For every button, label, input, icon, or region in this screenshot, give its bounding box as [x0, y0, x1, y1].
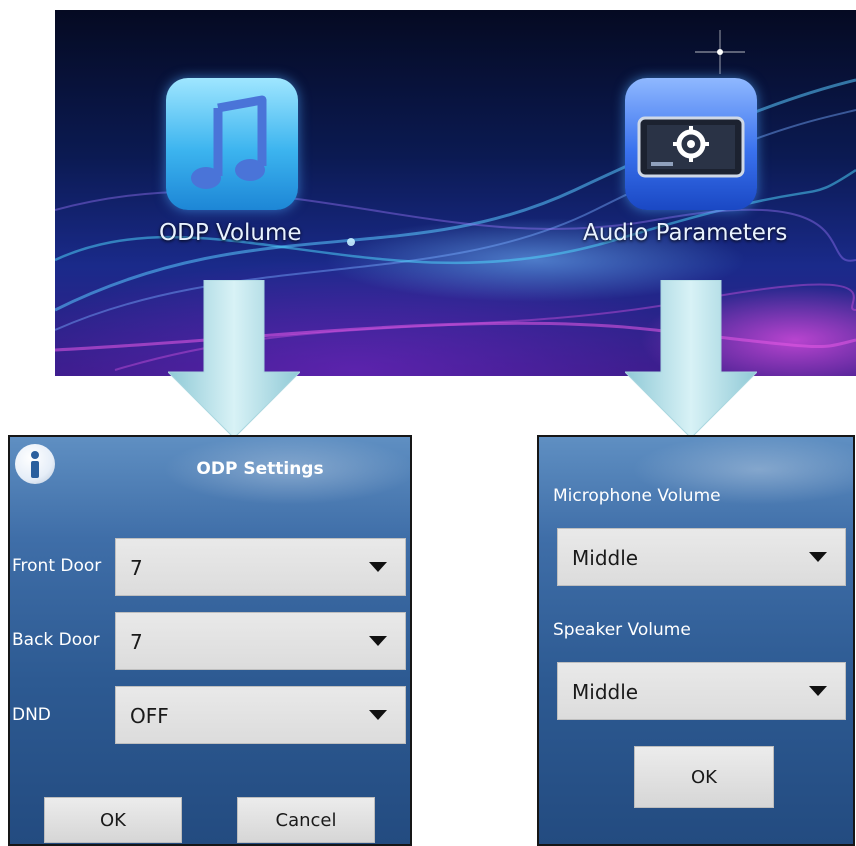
- cancel-button[interactable]: Cancel: [237, 797, 375, 843]
- dropdown-caret-icon: [809, 686, 827, 696]
- down-arrow-left: [168, 280, 300, 438]
- dropdown-caret-icon: [809, 552, 827, 562]
- down-arrow-right: [625, 280, 757, 438]
- info-icon: [15, 444, 55, 484]
- settings-screen-icon: [637, 116, 745, 178]
- odp-volume-app-label[interactable]: ODP Volume: [159, 220, 302, 246]
- music-note-icon: [191, 95, 267, 189]
- dropdown-caret-icon: [369, 562, 387, 572]
- speaker-volume-label: Speaker Volume: [553, 620, 691, 640]
- dropdown-caret-icon: [369, 710, 387, 720]
- dnd-select[interactable]: OFF: [115, 686, 406, 744]
- dnd-label: DND: [12, 705, 51, 725]
- ok-button[interactable]: OK: [44, 797, 182, 843]
- front-door-label: Front Door: [12, 556, 102, 576]
- back-door-value: 7: [130, 630, 143, 654]
- odp-settings-dialog: ODP Settings Front Door 7 Back Door 7 DN…: [8, 435, 412, 846]
- speaker-volume-value: Middle: [572, 680, 639, 704]
- odp-volume-app-icon[interactable]: [166, 78, 298, 210]
- audio-parameters-dialog: Microphone Volume Middle Speaker Volume …: [537, 435, 855, 846]
- ok-button[interactable]: OK: [634, 746, 774, 808]
- back-door-label: Back Door: [12, 630, 100, 650]
- dropdown-caret-icon: [369, 636, 387, 646]
- microphone-volume-label: Microphone Volume: [553, 486, 721, 506]
- dialog-title: ODP Settings: [196, 459, 324, 479]
- dnd-value: OFF: [130, 704, 169, 728]
- speaker-volume-select[interactable]: Middle: [557, 662, 846, 720]
- audio-parameters-app-label[interactable]: Audio Parameters: [583, 220, 787, 246]
- front-door-select[interactable]: 7: [115, 538, 406, 596]
- front-door-value: 7: [130, 556, 143, 580]
- audio-parameters-app-icon[interactable]: [625, 78, 757, 210]
- back-door-select[interactable]: 7: [115, 612, 406, 670]
- microphone-volume-select[interactable]: Middle: [557, 528, 846, 586]
- microphone-volume-value: Middle: [572, 546, 639, 570]
